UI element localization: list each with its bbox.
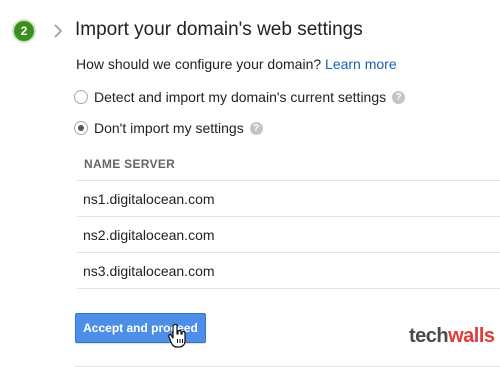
option-detect-import[interactable]: Detect and import my domain's current se… — [74, 89, 406, 105]
radio-detect-import[interactable] — [74, 90, 88, 104]
name-server-row: ns1.digitalocean.com — [77, 181, 500, 217]
configure-question: How should we configure your domain? Lea… — [76, 56, 397, 72]
option-dont-import-label: Don't import my settings — [94, 120, 244, 136]
techwalls-logo: techwalls — [409, 325, 495, 347]
name-server-row: ns2.digitalocean.com — [77, 217, 500, 253]
option-detect-import-label: Detect and import my domain's current se… — [94, 89, 387, 105]
radio-dont-import[interactable] — [74, 121, 88, 135]
option-dont-import[interactable]: Don't import my settings ? — [74, 120, 263, 136]
section-title: Import your domain's web settings — [75, 19, 363, 40]
name-server-row: ns3.digitalocean.com — [77, 253, 500, 289]
hand-cursor-icon — [168, 323, 186, 348]
name-server-header: NAME SERVER — [77, 147, 500, 181]
question-text: How should we configure your domain? — [76, 56, 322, 72]
help-icon[interactable]: ? — [392, 90, 406, 104]
learn-more-link[interactable]: Learn more — [325, 56, 397, 72]
step-number-badge: 2 — [12, 19, 36, 43]
help-icon[interactable]: ? — [249, 121, 263, 135]
chevron-right-icon[interactable] — [52, 22, 64, 40]
